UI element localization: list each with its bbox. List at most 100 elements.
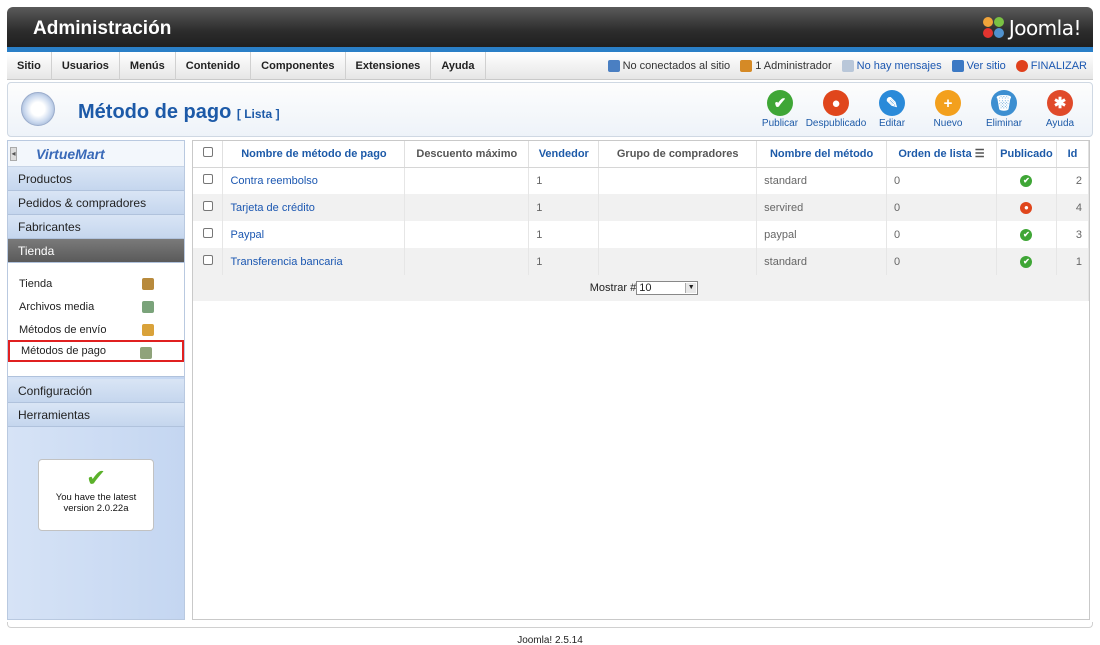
col-vendor[interactable]: Vendedor [528, 141, 600, 168]
col-group: Grupo de compradores [598, 141, 758, 168]
toolbar-button-3[interactable]: + Nuevo [922, 88, 974, 129]
published-cell: ✔ [996, 248, 1057, 275]
toolbar-button-4[interactable]: 🗑 Eliminar [978, 88, 1030, 129]
sidebar-submenu: Tienda Archivos media Métodos de envío Méto… [8, 263, 184, 377]
toolbar-button-0[interactable]: ✔ Publicar [754, 88, 806, 129]
order-cell: 0 [886, 194, 997, 221]
toolbar-label: Nuevo [933, 118, 963, 129]
unpublish-icon: ● [823, 90, 849, 116]
sidebar-item-1[interactable]: Archivos media [8, 296, 184, 318]
payment-method-name-link[interactable]: Contra reembolso [222, 167, 406, 194]
toolbar-button-2[interactable]: ✎ Editar [866, 88, 918, 129]
virtuemart-logo: VirtueMart [36, 146, 105, 162]
published-check-icon[interactable]: ✔ [1020, 175, 1033, 188]
group-cell [598, 221, 758, 248]
sidebar-bottom-section-0[interactable]: Configuración [8, 379, 184, 403]
media-icon [142, 301, 154, 313]
menu-item-1[interactable]: Usuarios [52, 52, 120, 80]
messages-link[interactable]: No hay mensajes [841, 60, 942, 72]
sidebar-item-label: Tienda [19, 278, 53, 290]
row-checkbox[interactable] [203, 174, 213, 185]
menu-item-4[interactable]: Componentes [251, 52, 346, 80]
vendor-cell: 1 [528, 248, 600, 275]
sidebar-item-0[interactable]: Tienda [8, 273, 184, 295]
sidebar-item-3[interactable]: Métodos de pago [8, 340, 184, 362]
group-cell [598, 167, 758, 194]
page-title: Método de pago [ Lista ] [78, 101, 280, 123]
menu-item-3[interactable]: Contenido [176, 52, 252, 80]
page-size-value: 10 [639, 282, 652, 294]
order-cell: 0 [886, 167, 997, 194]
shop-icon [142, 278, 154, 290]
check-icon: ✔ [767, 90, 793, 116]
col-published[interactable]: Publicado [996, 141, 1057, 168]
pager-row: Mostrar #10 ▼ [193, 275, 1089, 301]
joomla-logo[interactable]: Joomla! [982, 16, 1082, 40]
table-row[interactable]: Tarjeta de crédito 1 servired 0 ● 4 [193, 194, 1090, 221]
chevron-down-icon: ▼ [685, 283, 697, 293]
sort-order-icon[interactable]: ☰ [975, 148, 985, 160]
view-site-link[interactable]: Ver sitio [951, 60, 1006, 72]
page-size-select[interactable]: 10 ▼ [636, 281, 699, 295]
id-cell: 4 [1056, 194, 1090, 221]
sidebar-section-1[interactable]: Pedidos & compradores [8, 191, 184, 215]
toolbar-label: Editar [878, 118, 906, 129]
toolbar-label: Publicar [761, 118, 799, 129]
select-all-checkbox[interactable] [202, 147, 213, 158]
sidebar-section-2[interactable]: Fabricantes [8, 215, 184, 239]
pager-label: Mostrar # [589, 281, 637, 294]
col-order[interactable]: Orden de lista ☰ [886, 141, 997, 168]
footer-version: Joomla! 2.5.14 [517, 635, 583, 645]
row-checkbox[interactable] [203, 255, 213, 265]
method-cell: servired [756, 194, 888, 221]
menu-item-0[interactable]: Sitio [7, 52, 52, 80]
col-method[interactable]: Nombre del método [756, 141, 888, 168]
table-header-row: Nombre de método de pago Descuento máxim… [193, 141, 1090, 168]
toolbar-label: Ayuda [1045, 118, 1075, 129]
payment-method-name-link[interactable]: Tarjeta de crédito [222, 194, 406, 221]
toolbar: ✔ Publicar ● Despublicado ✎ Editar + Nuevo 🗑 Elim… [754, 88, 1086, 129]
admin-icon [740, 60, 753, 72]
toolbar-button-5[interactable]: ✱ Ayuda [1034, 88, 1086, 129]
collapse-sidebar-button[interactable]: ◂ [10, 147, 17, 161]
order-cell: 0 [886, 221, 997, 248]
vendor-cell: 1 [528, 194, 600, 221]
payment-method-name-link[interactable]: Transferencia bancaria [222, 248, 406, 275]
id-cell: 1 [1056, 248, 1090, 275]
col-name[interactable]: Nombre de método de pago [222, 141, 406, 168]
joomla-wordmark: Joomla! [1008, 16, 1082, 40]
sidebar-bottom-section-1[interactable]: Herramientas [8, 403, 184, 427]
sidebar-item-label: Métodos de envío [19, 324, 107, 336]
table-row[interactable]: Contra reembolso 1 standard 0 ✔ 2 [193, 167, 1090, 194]
trash-icon: 🗑 [991, 90, 1017, 116]
pencil-icon: ✎ [879, 90, 905, 116]
toolbar-label: Eliminar [985, 118, 1023, 129]
table-row[interactable]: Transferencia bancaria 1 standard 0 ✔ 1 [193, 248, 1090, 275]
table-row[interactable]: Paypal 1 paypal 0 ✔ 3 [193, 221, 1090, 248]
sidebar-section-3[interactable]: Tienda [8, 239, 184, 263]
published-cell: ● [996, 194, 1057, 221]
row-select-cell [193, 194, 224, 221]
payment-method-name-link[interactable]: Paypal [222, 221, 406, 248]
toolbar-label: Despublicado [805, 118, 867, 129]
menu-item-2[interactable]: Menús [120, 52, 176, 80]
published-check-icon[interactable]: ✔ [1020, 256, 1033, 268]
row-checkbox[interactable] [203, 201, 213, 211]
row-checkbox[interactable] [203, 228, 213, 238]
menu-item-5[interactable]: Extensiones [346, 52, 432, 80]
footer-bar [7, 622, 1093, 628]
col-id[interactable]: Id [1056, 141, 1090, 168]
logout-icon [1015, 60, 1028, 72]
sidebar-item-2[interactable]: Métodos de envío [8, 319, 184, 341]
users-icon [607, 60, 620, 72]
unpublished-icon[interactable]: ● [1020, 202, 1033, 214]
published-check-icon[interactable]: ✔ [1020, 229, 1033, 241]
logout-link[interactable]: FINALIZAR [1015, 60, 1087, 72]
payment-icon [140, 347, 152, 359]
method-cell: paypal [756, 221, 888, 248]
discount-cell [404, 194, 530, 221]
payment-methods-table: Nombre de método de pago Descuento máxim… [192, 140, 1090, 620]
menu-item-6[interactable]: Ayuda [431, 52, 486, 80]
toolbar-button-1[interactable]: ● Despublicado [806, 88, 866, 129]
sidebar-section-0[interactable]: Productos [8, 167, 184, 191]
